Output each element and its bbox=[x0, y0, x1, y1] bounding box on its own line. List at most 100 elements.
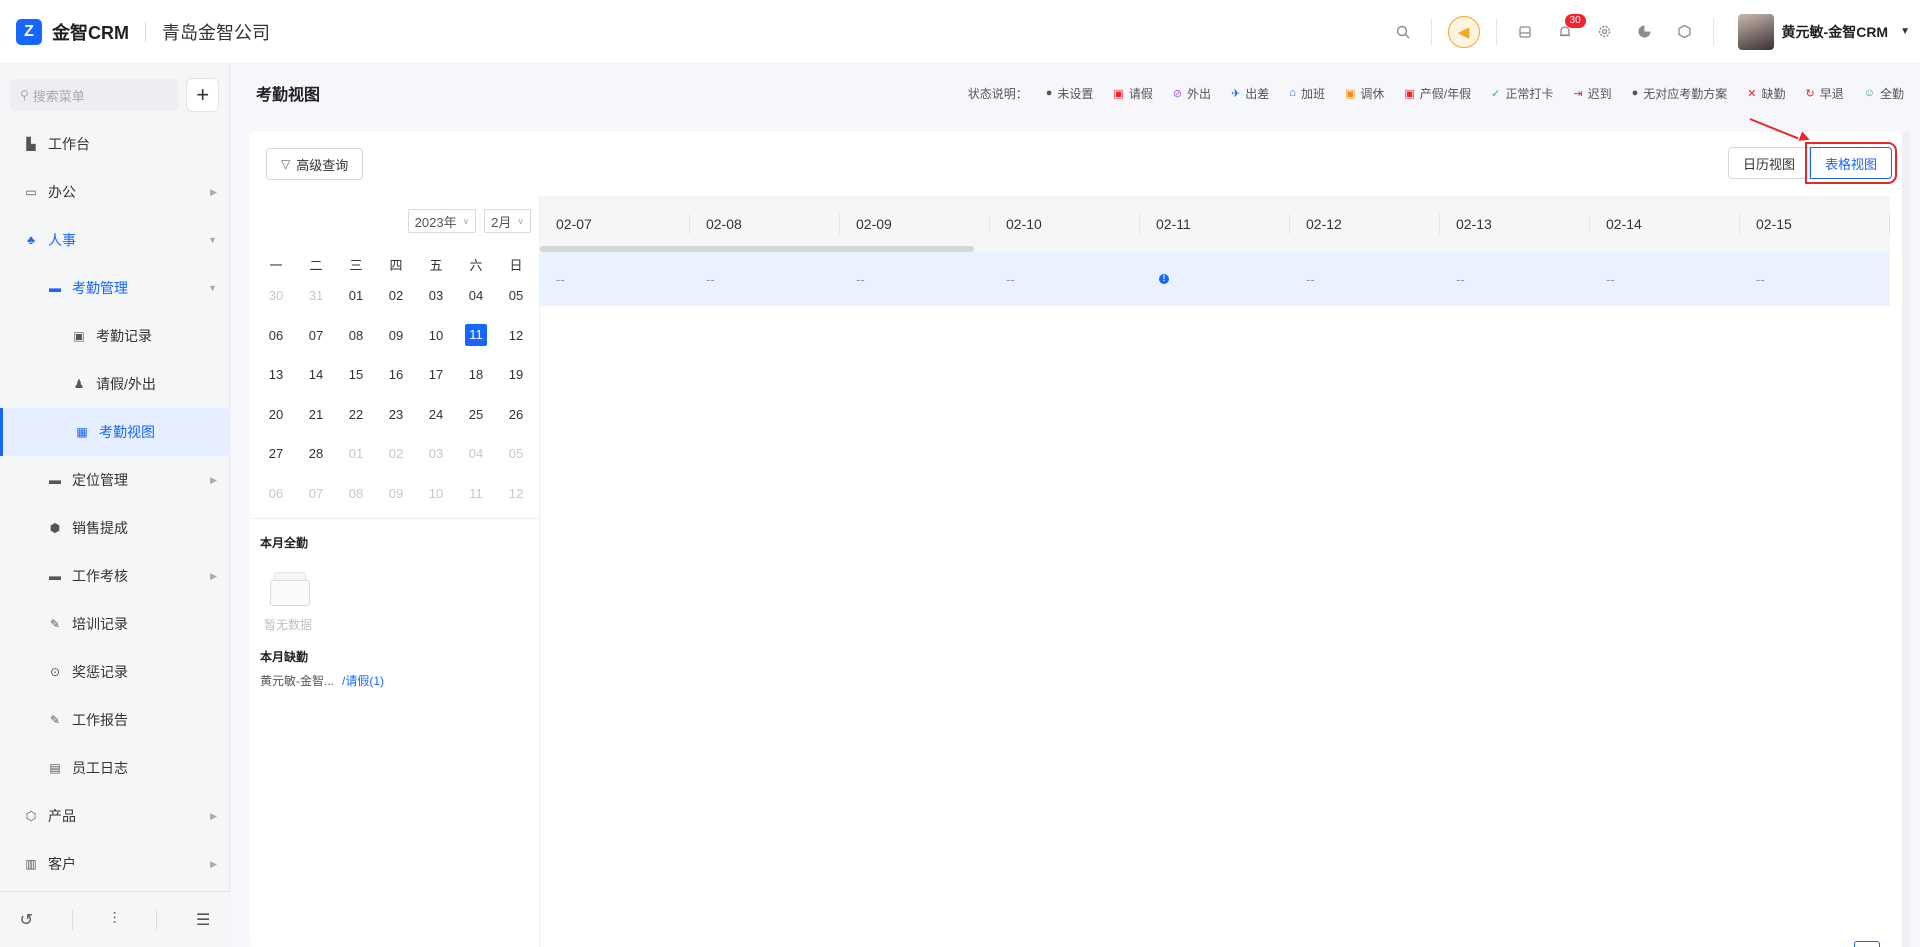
calendar-day[interactable]: 06 bbox=[256, 486, 296, 501]
sidebar-item-product[interactable]: ⬡ 产品 ▶ bbox=[0, 792, 229, 840]
calendar-day[interactable]: 03 bbox=[416, 446, 456, 461]
calendar-day[interactable]: 12 bbox=[496, 486, 536, 501]
sidebar-item-attendance-mgmt[interactable]: ▬ 考勤管理 ▼ bbox=[0, 264, 229, 312]
cube-icon[interactable] bbox=[1665, 12, 1705, 52]
calendar-day[interactable]: 13 bbox=[256, 367, 296, 382]
calendar-day[interactable]: 25 bbox=[456, 407, 496, 422]
calendar-day[interactable]: 19 bbox=[496, 367, 536, 382]
calendar-day[interactable]: 07 bbox=[296, 328, 336, 343]
sidebar-item-journal[interactable]: ▤ 员工日志 bbox=[0, 744, 229, 792]
calendar-day[interactable]: 21 bbox=[296, 407, 336, 422]
absence-leave-link[interactable]: /请假(1) bbox=[342, 674, 384, 688]
calendar-day[interactable]: 15 bbox=[336, 367, 376, 382]
table-cell[interactable]: -- bbox=[540, 252, 690, 306]
calendar-day[interactable]: 02 bbox=[376, 288, 416, 303]
calendar-day[interactable]: 14 bbox=[296, 367, 336, 382]
calendar-day[interactable]: 10 bbox=[416, 486, 456, 501]
calendar-view-button[interactable]: 日历视图 bbox=[1727, 147, 1810, 179]
calendar-day[interactable]: 22 bbox=[336, 407, 376, 422]
calendar-day[interactable]: 12 bbox=[496, 328, 536, 343]
corner-button[interactable] bbox=[1854, 941, 1880, 947]
calendar-day-today[interactable]: 11 bbox=[456, 324, 496, 347]
table-cell[interactable]: -- bbox=[990, 252, 1140, 306]
inbox-icon[interactable] bbox=[1505, 12, 1545, 52]
day-number: 03 bbox=[428, 446, 444, 462]
brand-logo[interactable]: Z 金智CRM bbox=[16, 18, 129, 45]
calendar-day[interactable]: 09 bbox=[376, 328, 416, 343]
sidebar-item-hr[interactable]: ♣ 人事 ▼ bbox=[0, 216, 229, 264]
calendar-day[interactable]: 24 bbox=[416, 407, 456, 422]
collapse-menu-icon[interactable]: ☰ bbox=[196, 910, 210, 930]
advanced-query-button[interactable]: ▽ 高级查询 bbox=[266, 148, 364, 180]
calendar-day[interactable]: 18 bbox=[456, 367, 496, 382]
bell-icon[interactable]: 30 bbox=[1545, 12, 1586, 52]
calendar-day[interactable]: 23 bbox=[376, 407, 416, 422]
calendar-day[interactable]: 05 bbox=[496, 288, 536, 303]
horizontal-scrollbar[interactable] bbox=[540, 246, 974, 252]
calendar-day[interactable]: 08 bbox=[336, 328, 376, 343]
table-cell[interactable]: -- bbox=[1290, 252, 1440, 306]
weekday-label: 五 bbox=[429, 257, 443, 273]
year-select[interactable]: 2023年 ∨ bbox=[407, 209, 477, 233]
table-cell[interactable]: -- bbox=[690, 252, 840, 306]
calendar-day[interactable]: 03 bbox=[416, 288, 456, 303]
calendar-day[interactable]: 04 bbox=[456, 446, 496, 461]
calendar-day[interactable]: 08 bbox=[336, 486, 376, 501]
calendar-day[interactable]: 20 bbox=[256, 407, 296, 422]
sidebar-item-training[interactable]: ✎ 培训记录 bbox=[0, 600, 229, 648]
calendar-day[interactable]: 26 bbox=[496, 407, 536, 422]
speaker-icon[interactable]: ◀ bbox=[1447, 15, 1480, 48]
month-select[interactable]: 2月 ∨ bbox=[484, 209, 531, 233]
page-title: 考勤视图 bbox=[256, 87, 321, 104]
caret-down-icon[interactable]: ▼ bbox=[1900, 26, 1910, 37]
search-icon[interactable] bbox=[1383, 12, 1423, 52]
table-cell[interactable]: -- bbox=[1440, 252, 1590, 306]
sidebar-item-reports[interactable]: ✎ 工作报告 bbox=[0, 696, 229, 744]
advanced-query-label: 高级查询 bbox=[296, 157, 349, 173]
calendar-day[interactable]: 10 bbox=[416, 328, 456, 343]
calendar-day[interactable]: 02 bbox=[376, 446, 416, 461]
avatar[interactable] bbox=[1737, 13, 1774, 50]
sidebar-item-commission[interactable]: ⬢ 销售提成 bbox=[0, 504, 229, 552]
gear-icon[interactable] bbox=[1585, 12, 1625, 52]
table-cell[interactable]: -- bbox=[1590, 252, 1740, 306]
sidebar-item-attendance-view[interactable]: ▦ 考勤视图 bbox=[0, 408, 229, 456]
pie-chart-icon[interactable] bbox=[1625, 12, 1665, 52]
company-name[interactable]: 青岛金智公司 bbox=[162, 19, 270, 45]
vertical-scrollbar[interactable] bbox=[1902, 132, 1910, 947]
calendar-day[interactable]: 06 bbox=[256, 328, 296, 343]
calendar-day[interactable]: 04 bbox=[456, 288, 496, 303]
menu-search-input[interactable]: ⚲ 搜索菜单 bbox=[10, 79, 179, 111]
table-cell[interactable]: -- bbox=[840, 252, 990, 306]
calendar-day[interactable]: 07 bbox=[296, 486, 336, 501]
sidebar-item-customer[interactable]: ▥ 客户 ▶ bbox=[0, 840, 229, 888]
sidebar-item-assessment[interactable]: ▬ 工作考核 ▶ bbox=[0, 552, 229, 600]
settings-sliders-icon[interactable]: ⫶ bbox=[112, 911, 116, 929]
calendar-day[interactable]: 01 bbox=[336, 288, 376, 303]
calendar-day[interactable]: 27 bbox=[256, 446, 296, 461]
table-cell[interactable]: -- bbox=[1740, 252, 1890, 306]
sidebar-item-leave[interactable]: ♟ 请假/外出 bbox=[0, 360, 229, 408]
sidebar-item-workbench[interactable]: ▙ 工作台 bbox=[0, 120, 229, 168]
cell-value: -- bbox=[1006, 271, 1015, 287]
calendar-day[interactable]: 09 bbox=[376, 486, 416, 501]
calendar-day[interactable]: 05 bbox=[496, 446, 536, 461]
legend-label: 未设置 bbox=[1057, 86, 1094, 101]
user-name[interactable]: 黄元敏-金智CRM bbox=[1782, 22, 1889, 42]
calendar-day[interactable]: 17 bbox=[416, 367, 456, 382]
calendar-day[interactable]: 16 bbox=[376, 367, 416, 382]
sidebar-item-rewards[interactable]: ⊙ 奖惩记录 bbox=[0, 648, 229, 696]
calendar-day[interactable]: 01 bbox=[336, 446, 376, 461]
calendar-day[interactable]: 31 bbox=[296, 288, 336, 303]
table-cell[interactable]: ! bbox=[1140, 252, 1290, 306]
calendar-day[interactable]: 30 bbox=[256, 288, 296, 303]
sidebar-item-office[interactable]: ▭ 办公 ▶ bbox=[0, 168, 229, 216]
add-button[interactable]: + bbox=[186, 78, 219, 112]
table-row[interactable]: -- -- -- --! -- -- -- -- bbox=[540, 252, 1890, 306]
table-view-button[interactable]: 表格视图 bbox=[1804, 142, 1898, 184]
sidebar-item-location[interactable]: ▬ 定位管理 ▶ bbox=[0, 456, 229, 504]
history-icon[interactable]: ↺ bbox=[20, 910, 33, 930]
calendar-day[interactable]: 28 bbox=[296, 446, 336, 461]
sidebar-item-attendance-records[interactable]: ▣ 考勤记录 bbox=[0, 312, 229, 360]
calendar-day[interactable]: 11 bbox=[456, 486, 496, 501]
